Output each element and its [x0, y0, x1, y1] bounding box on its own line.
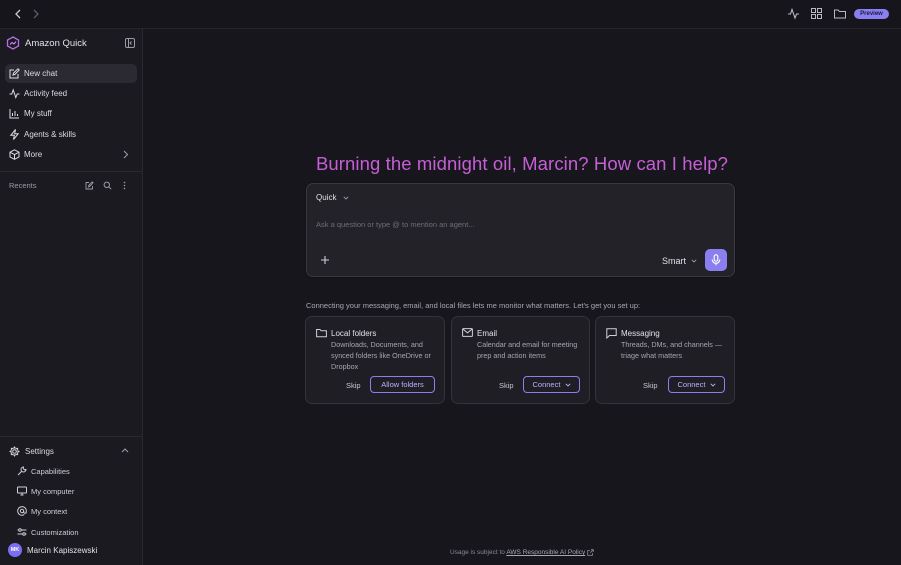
settings-item-capabilities[interactable]: Capabilities — [15, 464, 135, 478]
chat-composer: Quick Smart — [306, 183, 735, 277]
external-link-icon — [587, 549, 594, 556]
connect-intro-text: Connecting your messaging, email, and lo… — [306, 301, 641, 310]
wrench-icon — [17, 466, 27, 476]
local-folders-card: Local folders Downloads, Documents, and … — [305, 316, 445, 404]
chevron-down-icon[interactable] — [343, 196, 349, 200]
more-options-icon[interactable] — [122, 181, 127, 190]
settings-item-label: My computer — [31, 487, 75, 496]
sidebar-item-label: Agents & skills — [24, 130, 77, 139]
chevron-left-icon[interactable] — [14, 9, 23, 19]
chart-icon — [9, 108, 20, 119]
top-bar: Preview — [0, 0, 901, 29]
chat-bubble-icon — [606, 328, 617, 339]
lightning-icon — [9, 129, 20, 140]
sidebar-item-label: Activity feed — [24, 89, 68, 98]
settings-item-customization[interactable]: Customization — [15, 525, 135, 539]
user-name: Marcin Kapiszewski — [27, 546, 98, 555]
settings-label: Settings — [25, 447, 54, 456]
settings-item-label: Capabilities — [31, 467, 70, 476]
new-chat-icon — [9, 68, 20, 79]
card-title: Local folders — [331, 329, 377, 338]
sidebar-item-activity-feed[interactable]: Activity feed — [5, 84, 137, 103]
sidebar: Amazon Quick New chat Activity feed My s… — [0, 29, 143, 565]
chevron-down-icon — [564, 383, 571, 387]
folder-icon[interactable] — [833, 7, 847, 20]
mail-icon — [462, 328, 473, 337]
chevron-down-icon[interactable] — [691, 259, 697, 263]
card-description: Threads, DMs, and channels — triage what… — [621, 340, 723, 360]
email-connect-button[interactable]: Connect — [523, 376, 580, 393]
voice-input-button[interactable] — [705, 249, 727, 271]
mode-selector[interactable]: Smart — [662, 256, 686, 266]
settings-item-label: My context — [31, 507, 68, 516]
brand: Amazon Quick — [6, 36, 136, 50]
folder-icon — [316, 328, 327, 338]
gear-icon — [9, 446, 20, 457]
responsible-ai-policy-link[interactable]: AWS Responsible AI Policy — [506, 549, 585, 556]
card-title: Messaging — [621, 329, 660, 338]
recents-heading: Recents — [9, 181, 37, 190]
skip-button[interactable]: Skip — [643, 381, 658, 390]
sidebar-item-new-chat[interactable]: New chat — [5, 64, 137, 83]
footer: Usage is subject to AWS Responsible AI P… — [143, 549, 901, 556]
email-card: Email Calendar and email for meeting pre… — [451, 316, 590, 404]
chevron-down-icon — [709, 383, 716, 387]
sidebar-item-label: New chat — [24, 69, 58, 78]
sidebar-collapse-icon[interactable] — [125, 38, 135, 48]
settings-item-my-computer[interactable]: My computer — [15, 484, 135, 498]
preview-badge: Preview — [854, 9, 889, 19]
sidebar-item-my-stuff[interactable]: My stuff — [5, 104, 137, 123]
search-icon[interactable] — [103, 181, 112, 190]
settings-item-label: Customization — [31, 528, 79, 537]
grid-icon[interactable] — [810, 7, 823, 20]
chevron-right-icon — [122, 150, 129, 159]
sliders-icon — [17, 527, 27, 537]
at-icon — [17, 506, 27, 516]
amazon-quick-logo-icon — [6, 36, 20, 50]
activity-icon[interactable] — [787, 7, 800, 20]
sidebar-divider — [0, 171, 142, 172]
agent-selector[interactable]: Quick — [316, 193, 336, 202]
monitor-icon — [17, 486, 27, 496]
messaging-connect-button[interactable]: Connect — [668, 376, 725, 393]
sidebar-divider — [0, 436, 142, 437]
footer-text: Usage is subject to — [449, 549, 505, 557]
settings-item-my-context[interactable]: My context — [15, 504, 135, 518]
add-attachment-icon[interactable] — [320, 255, 330, 265]
card-description: Downloads, Documents, and synced folders… — [331, 340, 431, 371]
avatar: MK — [8, 543, 22, 557]
user-profile[interactable]: MK Marcin Kapiszewski — [8, 543, 136, 559]
skip-button[interactable]: Skip — [346, 381, 361, 390]
brand-name: Amazon Quick — [25, 38, 87, 49]
edit-icon[interactable] — [85, 181, 94, 190]
skip-button[interactable]: Skip — [499, 381, 514, 390]
cube-icon — [9, 149, 20, 160]
activity-icon — [9, 88, 20, 99]
sidebar-item-agents-skills[interactable]: Agents & skills — [5, 125, 137, 144]
prompt-input[interactable] — [316, 217, 716, 231]
sidebar-item-label: My stuff — [24, 109, 52, 118]
card-title: Email — [477, 329, 498, 338]
connect-label: Connect — [677, 380, 706, 389]
allow-folders-button[interactable]: Allow folders — [370, 376, 435, 393]
sidebar-item-more[interactable]: More — [5, 145, 137, 164]
card-description: Calendar and email for meeting prep and … — [477, 340, 578, 360]
greeting-heading: Burning the midnight oil, Marcin? How ca… — [315, 153, 729, 174]
settings-toggle[interactable]: Settings — [5, 443, 135, 459]
chevron-up-icon — [121, 447, 129, 453]
connect-label: Connect — [532, 380, 561, 389]
messaging-card: Messaging Threads, DMs, and channels — t… — [595, 316, 735, 404]
chevron-right-icon[interactable] — [31, 9, 40, 19]
sidebar-item-label: More — [24, 150, 43, 159]
